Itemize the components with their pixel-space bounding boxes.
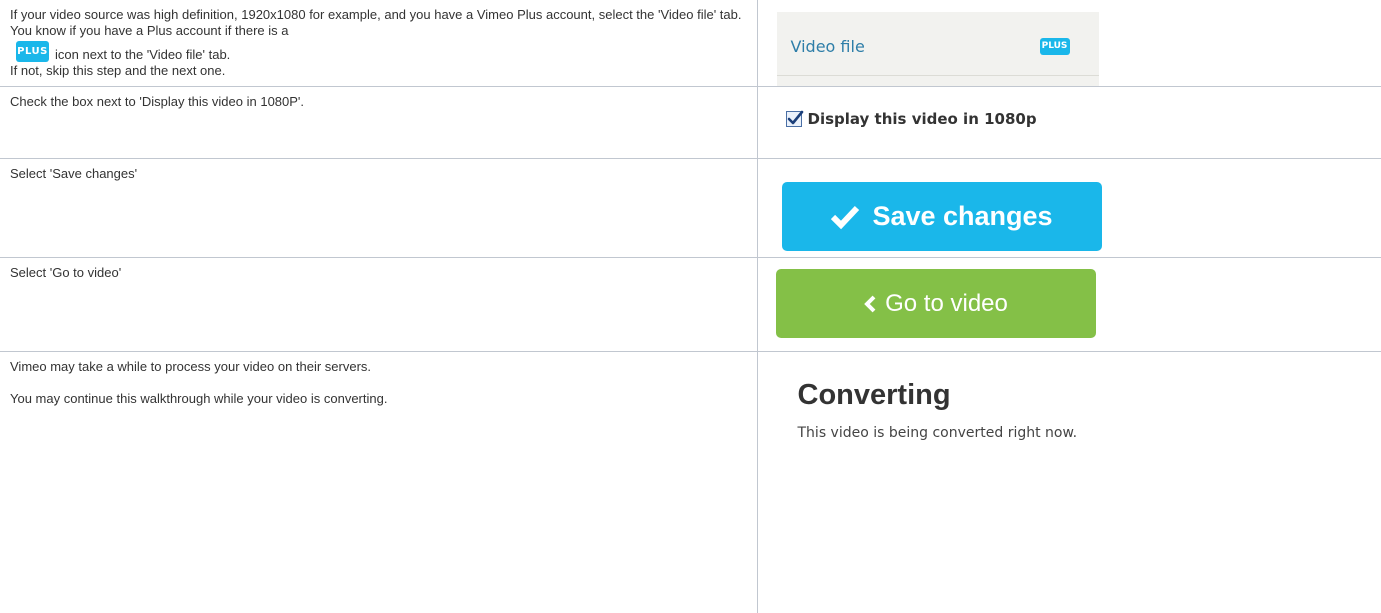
instruction-text: If your video source was high definition…	[10, 7, 742, 38]
instruction-text: Check the box next to 'Display this vide…	[0, 87, 757, 110]
checkmark-icon	[830, 204, 860, 230]
screenshot-cell: Go to video	[757, 258, 1381, 352]
table-row: Select 'Save changes' Save changes	[0, 159, 1381, 258]
chevron-left-icon	[863, 295, 877, 313]
instruction-cell: Select 'Go to video'	[0, 258, 757, 352]
save-changes-label: Save changes	[872, 201, 1052, 232]
save-changes-button[interactable]: Save changes	[782, 182, 1102, 251]
video-file-tab-label: Video file	[791, 37, 865, 56]
instructions-table: If your video source was high definition…	[0, 0, 1381, 613]
screenshot-cell: Save changes	[757, 159, 1381, 258]
go-to-video-label: Go to video	[885, 290, 1008, 318]
screenshot-cell: Video file PLUS	[757, 0, 1381, 87]
display-1080p-option[interactable]: Display this video in 1080p	[786, 110, 1037, 128]
screenshot-cell: Converting This video is being converted…	[757, 352, 1381, 613]
instruction-text: You may continue this walkthrough while …	[10, 391, 747, 407]
checkbox-checked-icon[interactable]	[786, 111, 802, 127]
go-to-video-button[interactable]: Go to video	[776, 269, 1096, 338]
divider	[777, 75, 1099, 76]
table-row: Check the box next to 'Display this vide…	[0, 87, 1381, 159]
instruction-text: Vimeo may take a while to process your v…	[10, 359, 747, 375]
screenshot-cell: Display this video in 1080p	[757, 87, 1381, 159]
converting-heading: Converting	[798, 379, 951, 412]
plus-badge-icon: PLUS	[1040, 38, 1070, 55]
instruction-cell: Check the box next to 'Display this vide…	[0, 87, 757, 159]
instruction-text: Select 'Save changes'	[0, 159, 757, 182]
table-row: Vimeo may take a while to process your v…	[0, 352, 1381, 613]
checkbox-label: Display this video in 1080p	[808, 110, 1037, 128]
instruction-cell: If your video source was high definition…	[0, 0, 757, 87]
video-file-tab[interactable]: Video file PLUS	[777, 12, 1099, 86]
plus-badge-icon: PLUS	[16, 41, 49, 62]
table-row: Select 'Go to video' Go to video	[0, 258, 1381, 352]
instruction-text: If not, skip this step and the next one.	[10, 63, 747, 79]
instruction-text: Select 'Go to video'	[0, 258, 757, 281]
converting-message: This video is being converted right now.	[798, 425, 1078, 441]
table-row: If your video source was high definition…	[0, 0, 1381, 87]
instruction-cell: Select 'Save changes'	[0, 159, 757, 258]
instruction-text: icon next to the 'Video file' tab.	[55, 48, 230, 62]
instruction-cell: Vimeo may take a while to process your v…	[0, 352, 757, 613]
